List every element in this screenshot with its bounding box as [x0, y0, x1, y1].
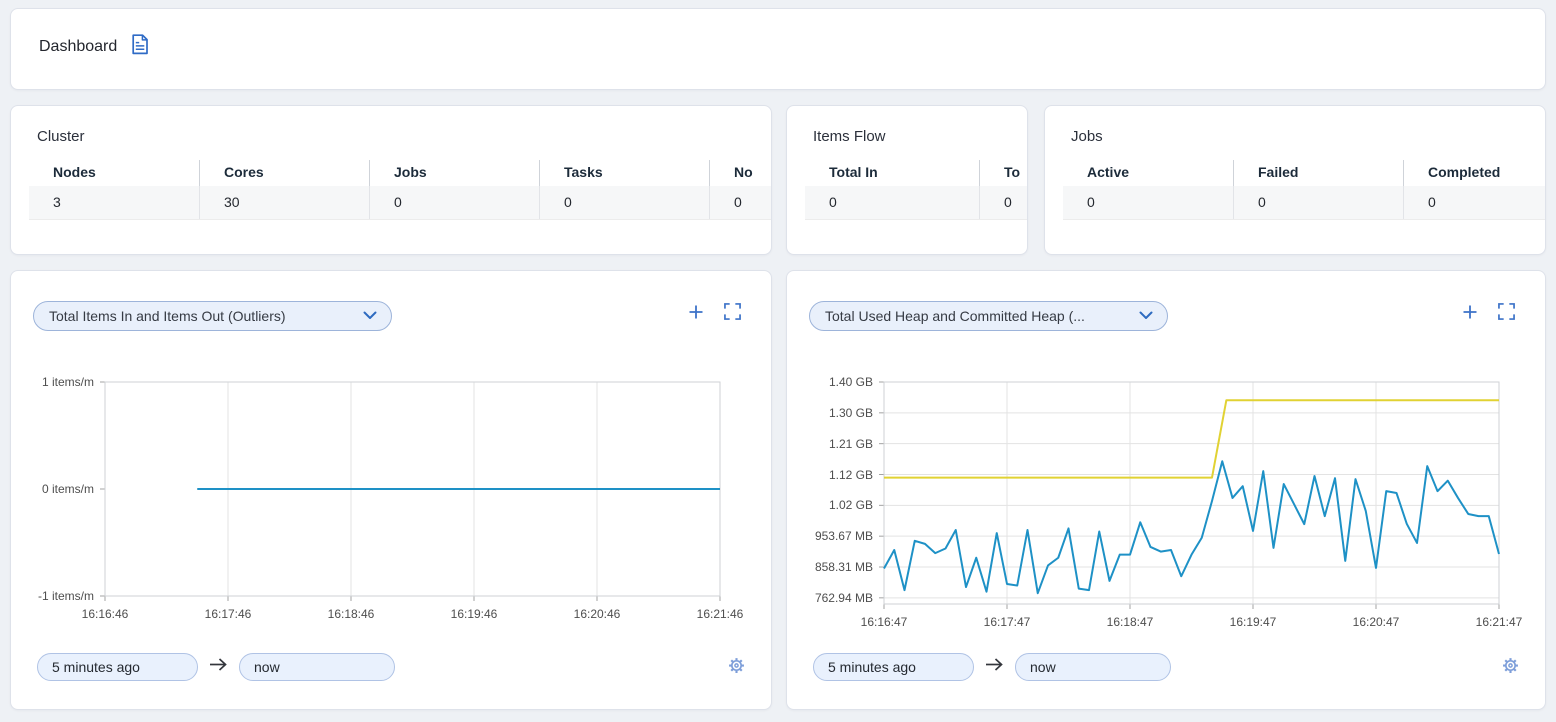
items-flow-table-header: Total In To — [805, 160, 1028, 186]
y-axis-tick-label: 1.30 GB — [787, 406, 873, 420]
time-to-input[interactable] — [1015, 653, 1171, 681]
chart-svg — [787, 271, 1545, 709]
metric-dropdown-label: Total Used Heap and Committed Heap (... — [825, 308, 1085, 324]
metric-dropdown-label: Total Items In and Items Out (Outliers) — [49, 308, 286, 324]
cell-value: 0 — [979, 186, 1028, 219]
add-chart-button[interactable] — [688, 304, 704, 323]
cell-value: 0 — [1403, 186, 1546, 219]
jobs-table-header: Active Failed Completed — [1063, 160, 1546, 186]
document-icon[interactable] — [131, 34, 149, 60]
column-header: Cores — [199, 160, 369, 186]
x-axis-tick-label: 16:19:46 — [429, 607, 519, 621]
expand-icon — [1498, 303, 1515, 323]
chevron-down-icon — [363, 307, 377, 325]
items-flow-title: Items Flow — [813, 128, 1027, 145]
table-row: 3 30 0 0 0 — [29, 186, 772, 220]
gear-icon — [1502, 657, 1519, 677]
page-title: Dashboard — [39, 38, 117, 56]
add-chart-button[interactable] — [1462, 304, 1478, 323]
y-axis-tick-label: 0 items/m — [11, 482, 94, 496]
time-from-input[interactable] — [37, 653, 198, 681]
y-axis-tick-label: 1.12 GB — [787, 468, 873, 482]
cluster-card: Cluster Nodes Cores Jobs Tasks No 3 30 0… — [10, 105, 772, 255]
y-axis-tick-label: 762.94 MB — [787, 591, 873, 605]
cell-value: 3 — [29, 186, 199, 219]
x-axis-tick-label: 16:18:47 — [1085, 615, 1175, 629]
column-header: Tasks — [539, 160, 709, 186]
x-axis-tick-label: 16:16:46 — [60, 607, 150, 621]
table-row: 0 0 — [805, 186, 1028, 220]
x-axis-tick-label: 16:21:47 — [1454, 615, 1544, 629]
x-axis-tick-label: 16:20:47 — [1331, 615, 1421, 629]
column-header: Nodes — [29, 160, 199, 186]
y-axis-tick-label: 1.21 GB — [787, 437, 873, 451]
heap-chart-panel: Total Used Heap and Committed Heap (... … — [786, 270, 1546, 710]
cell-value: 0 — [709, 186, 772, 219]
cell-value: 0 — [369, 186, 539, 219]
gear-icon — [728, 657, 745, 677]
cluster-title: Cluster — [37, 128, 771, 145]
cell-value: 30 — [199, 186, 369, 219]
title-card: Dashboard — [10, 8, 1546, 90]
series-committed-heap — [884, 400, 1499, 477]
arrow-right-icon — [209, 657, 228, 677]
x-axis-tick-label: 16:17:47 — [962, 615, 1052, 629]
arrow-right-icon — [985, 657, 1004, 677]
y-axis-tick-label: 1.02 GB — [787, 498, 873, 512]
jobs-card: Jobs Active Failed Completed 0 0 0 — [1044, 105, 1546, 255]
x-axis-tick-label: 16:16:47 — [839, 615, 929, 629]
plus-icon — [688, 304, 704, 323]
column-header: Total In — [805, 160, 979, 186]
time-to-input[interactable] — [239, 653, 395, 681]
y-axis-tick-label: -1 items/m — [11, 589, 94, 603]
cluster-table: Nodes Cores Jobs Tasks No 3 30 0 0 0 — [29, 160, 772, 220]
x-axis-tick-label: 16:18:46 — [306, 607, 396, 621]
chart-settings-button[interactable] — [728, 657, 745, 677]
y-axis-tick-label: 953.67 MB — [787, 529, 873, 543]
cell-value: 0 — [805, 186, 979, 219]
metric-dropdown[interactable]: Total Used Heap and Committed Heap (... — [809, 301, 1168, 331]
cell-value: 0 — [1233, 186, 1403, 219]
cluster-table-header: Nodes Cores Jobs Tasks No — [29, 160, 772, 186]
cell-value: 0 — [1063, 186, 1233, 219]
chevron-down-icon — [1139, 307, 1153, 325]
y-axis-tick-label: 858.31 MB — [787, 560, 873, 574]
plus-icon — [1462, 304, 1478, 323]
fullscreen-button[interactable] — [724, 303, 741, 323]
x-axis-tick-label: 16:19:47 — [1208, 615, 1298, 629]
x-axis-tick-label: 16:20:46 — [552, 607, 642, 621]
column-header: Completed — [1403, 160, 1546, 186]
heap-chart: 1.40 GB 1.30 GB 1.21 GB 1.12 GB 1.02 GB 953.6… — [787, 271, 1545, 709]
x-axis-tick-label: 16:17:46 — [183, 607, 273, 621]
jobs-title: Jobs — [1071, 128, 1545, 145]
column-header: To — [979, 160, 1028, 186]
items-chart-panel: Total Items In and Items Out (Outliers) … — [10, 270, 772, 710]
y-axis-tick-label: 1.40 GB — [787, 375, 873, 389]
jobs-table: Active Failed Completed 0 0 0 — [1063, 160, 1546, 220]
cell-value: 0 — [539, 186, 709, 219]
column-header: Jobs — [369, 160, 539, 186]
items-chart: 1 items/m 0 items/m -1 items/m 16:16:46 16:1… — [11, 271, 771, 709]
table-row: 0 0 0 — [1063, 186, 1546, 220]
metric-dropdown[interactable]: Total Items In and Items Out (Outliers) — [33, 301, 392, 331]
expand-icon — [724, 303, 741, 323]
chart-settings-button[interactable] — [1502, 657, 1519, 677]
items-flow-card: Items Flow Total In To 0 0 — [786, 105, 1028, 255]
x-axis-tick-label: 16:21:46 — [675, 607, 765, 621]
column-header: No — [709, 160, 772, 186]
series-used-heap — [884, 461, 1499, 593]
items-flow-table: Total In To 0 0 — [805, 160, 1028, 220]
column-header: Active — [1063, 160, 1233, 186]
column-header: Failed — [1233, 160, 1403, 186]
y-axis-tick-label: 1 items/m — [11, 375, 94, 389]
chart-svg — [11, 271, 771, 709]
time-from-input[interactable] — [813, 653, 974, 681]
fullscreen-button[interactable] — [1498, 303, 1515, 323]
